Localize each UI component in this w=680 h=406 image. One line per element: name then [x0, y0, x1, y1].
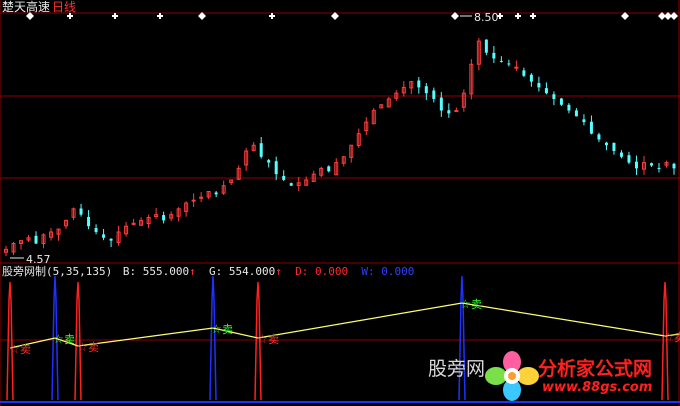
candle-body — [634, 161, 638, 169]
indicator-field-d: D: 0.000 — [295, 265, 349, 278]
high-price-label: 8.50 — [474, 11, 499, 24]
candle-body — [439, 97, 443, 111]
candle-body — [627, 155, 631, 163]
watermark-left-text: 股旁网 — [428, 358, 486, 380]
star-marker-icon: ☆ — [211, 322, 222, 336]
candle-body — [79, 208, 83, 215]
candle-body — [522, 70, 526, 76]
signal-label: 卖 — [88, 341, 99, 354]
candle-body — [417, 80, 421, 88]
candle-body — [499, 60, 503, 62]
candle-body — [432, 90, 436, 99]
candle-body — [191, 199, 196, 202]
indicator-field-b: B: 555.000↑ — [122, 265, 196, 278]
star-marker-icon: ☆ — [257, 332, 268, 346]
candle-body — [214, 192, 218, 195]
candle-body — [537, 82, 541, 88]
candle-body — [267, 160, 271, 163]
candle-body — [259, 143, 263, 157]
indicator-header: 股旁网制(5,35,135) B: 555.000↑, G: 554.000↑,… — [2, 265, 415, 278]
candle-body — [619, 152, 623, 157]
candle-body — [649, 163, 653, 166]
signal-label: 卖 — [20, 343, 31, 356]
candle-body — [199, 196, 204, 199]
signal-label: 卖 — [222, 323, 233, 336]
candle-body — [274, 161, 278, 175]
candle-body — [507, 63, 511, 65]
candle-body — [574, 110, 578, 117]
candle-body — [289, 183, 293, 186]
candle-body — [87, 216, 91, 227]
zigzag-line — [9, 302, 680, 349]
candle-body — [514, 66, 519, 69]
candle-body — [94, 228, 98, 232]
sell-spike-line — [6, 281, 14, 401]
indicator-name[interactable]: 股旁网制 — [2, 265, 46, 278]
candle-body — [492, 52, 496, 59]
watermark-brand: 分析家公式网 — [538, 358, 653, 380]
candle-body — [447, 110, 451, 114]
candle-body — [424, 86, 428, 94]
candle-body — [282, 176, 286, 180]
candle-body — [162, 215, 166, 221]
grid-lines — [0, 0, 680, 406]
star-marker-icon: ☆ — [77, 340, 88, 354]
indicator-field-w: W: 0.000 — [361, 265, 415, 278]
indicator-params: (5,35,135) — [46, 265, 113, 278]
stock-chart-window: ☆ 卖 ☆ 卖 ☆ 卖 ☆ 卖 ☆ 卖 ☆ 卖 ☆ 卖 8.50 4.57 楚天高速 日线 股旁网制(5,… — [0, 0, 680, 406]
chart-canvas[interactable]: ☆ 卖☆ 卖☆ 卖☆ 卖☆ 卖☆ 卖☆ 卖 8.50 4.57 — [0, 0, 680, 406]
candle-body — [589, 121, 593, 134]
candle-body — [657, 168, 661, 170]
signal-label: 卖 — [64, 333, 75, 346]
candle-body — [454, 110, 459, 113]
buy-spike-line — [209, 275, 217, 401]
candle-body — [582, 119, 586, 123]
candle-body — [109, 238, 113, 241]
candle-body — [544, 88, 548, 94]
candle-body — [559, 98, 563, 105]
candle-body — [567, 104, 571, 111]
star-marker-icon: ☆ — [460, 297, 471, 311]
period-label[interactable]: 日线 — [52, 0, 76, 14]
candle-body — [597, 134, 601, 140]
signal-label: 卖 — [674, 331, 680, 344]
stock-name: 楚天高速 — [2, 0, 51, 14]
indicator-field-g: G: 554.000↑ — [208, 265, 282, 278]
watermark: 股旁网 分析家公式网 www.88gs.com — [422, 350, 680, 406]
candle-body — [604, 142, 608, 146]
flower-logo-icon — [485, 351, 539, 401]
star-marker-icon: ☆ — [53, 332, 64, 346]
candle-body — [484, 39, 488, 53]
signal-label: 卖 — [471, 298, 482, 311]
candle-body — [529, 74, 533, 82]
candle-body — [672, 163, 676, 169]
watermark-url: www.88gs.com — [542, 380, 653, 395]
star-marker-icon: ☆ — [9, 342, 20, 356]
signal-label: 卖 — [268, 333, 279, 346]
candle-body — [102, 234, 106, 238]
candle-body — [327, 166, 331, 172]
candle-body — [552, 94, 556, 99]
candle-body — [34, 235, 38, 244]
candles — [4, 38, 676, 257]
candle-body — [612, 142, 616, 152]
star-marker-icon: ☆ — [663, 330, 674, 344]
